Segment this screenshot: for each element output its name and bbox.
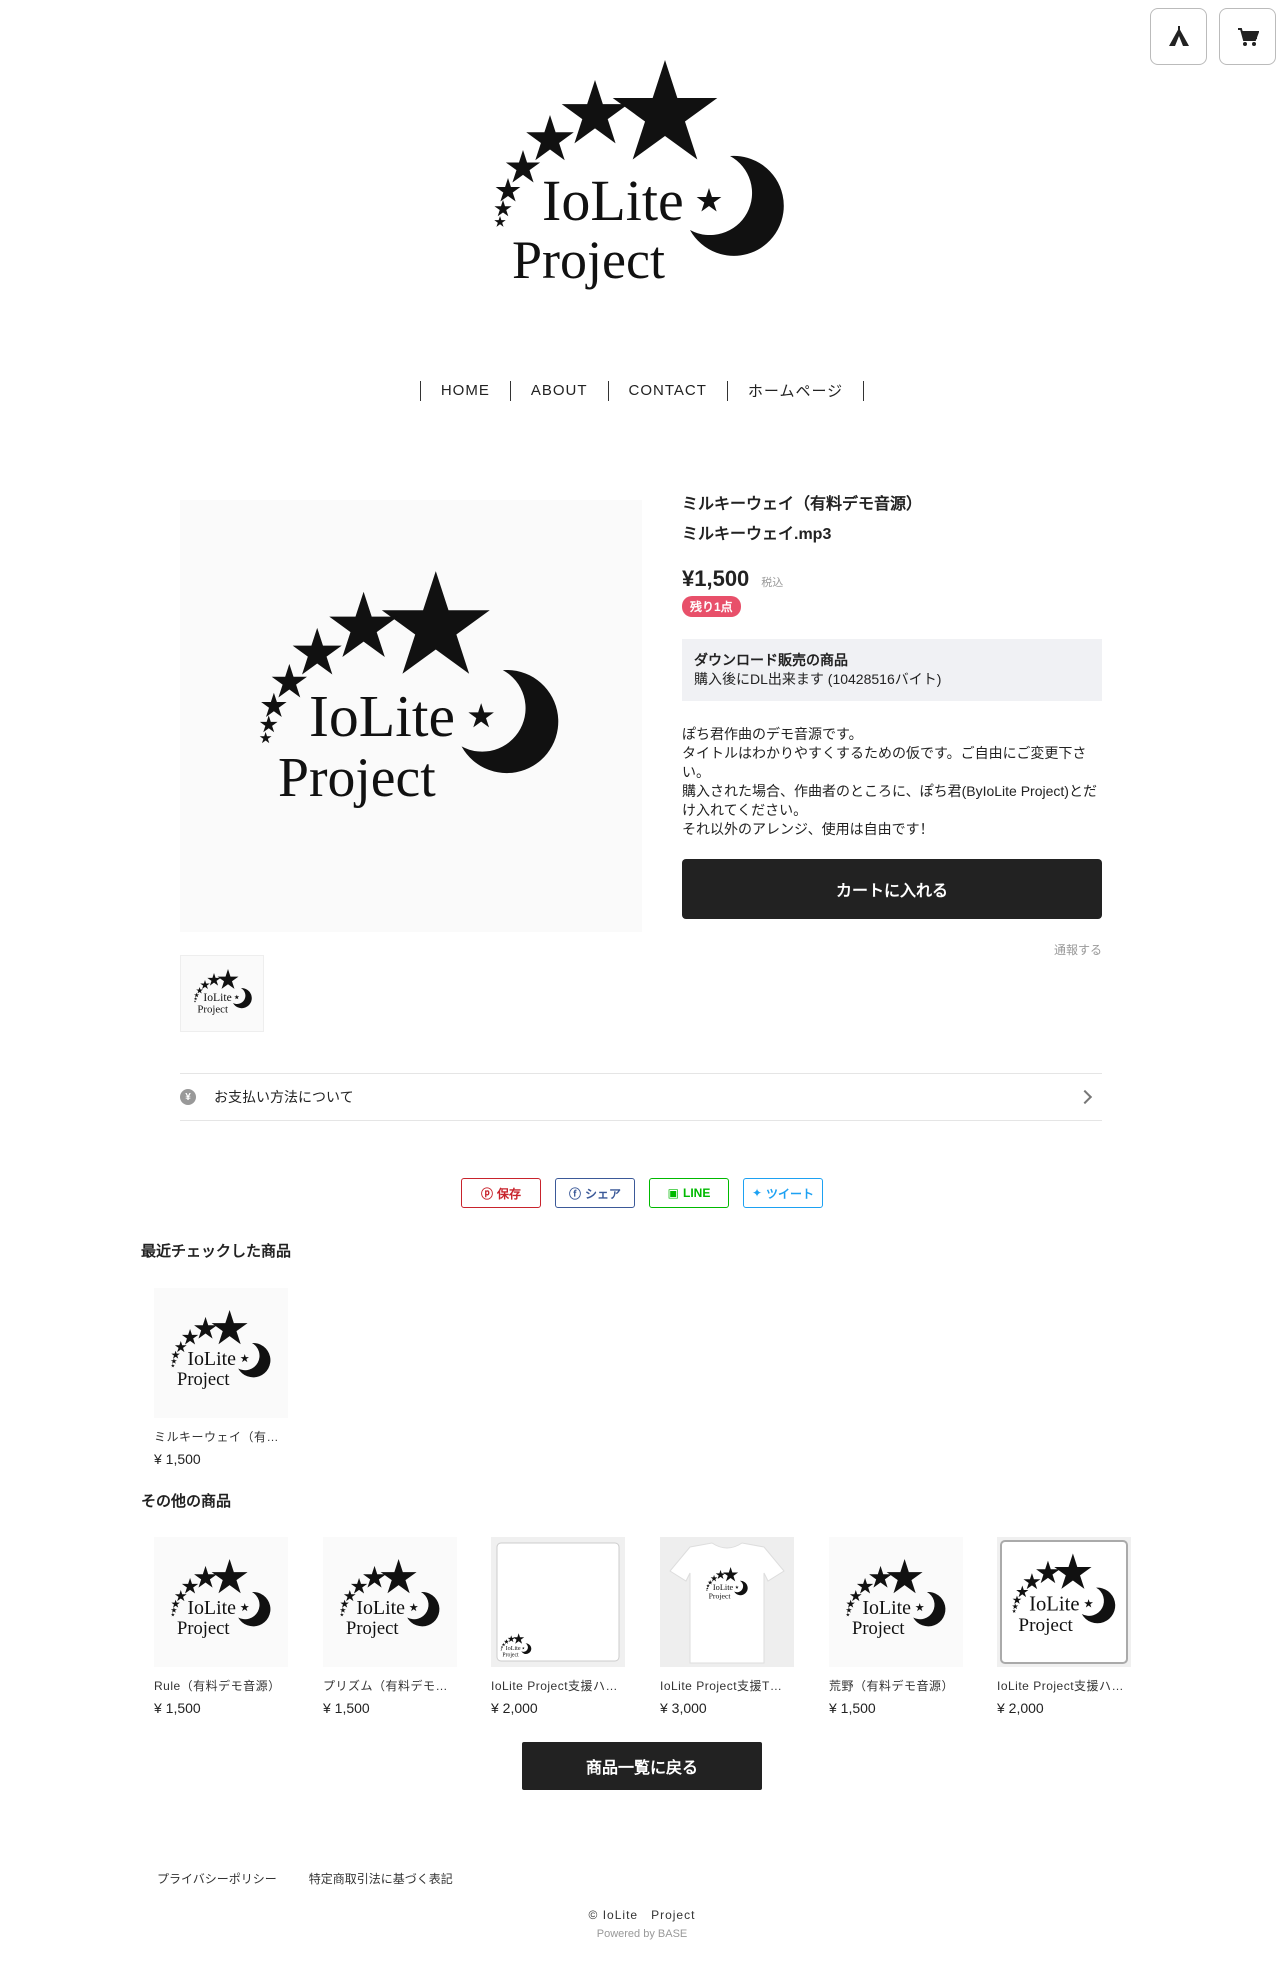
nav-divider [863, 380, 865, 401]
product-price: ¥1,500 [682, 566, 750, 591]
product-main-image[interactable] [180, 500, 642, 932]
payment-label: お支払い方法について [214, 1089, 354, 1105]
pinterest-label: 保存 [497, 1186, 522, 1201]
item-image [829, 1537, 963, 1667]
facebook-icon: ⓕ [568, 1186, 581, 1201]
legal-notice-link[interactable]: 特定商取引法に基づく表記 [309, 1870, 453, 1887]
twitter-label: ツイート [766, 1186, 815, 1201]
privacy-policy-link[interactable]: プライバシーポリシー [157, 1870, 277, 1887]
facebook-label: シェア [585, 1186, 622, 1201]
other-item[interactable]: IoLite Project支援T… ¥ 3,000 [660, 1537, 794, 1716]
nav-homepage[interactable]: ホームページ [728, 380, 863, 401]
line-icon: ▣ [667, 1186, 679, 1200]
product-title: ミルキーウェイ（有料デモ音源） [682, 496, 923, 513]
twitter-tweet-button[interactable]: ✦ ツイート [743, 1178, 823, 1208]
nav-contact[interactable]: CONTACT [609, 382, 727, 399]
shop-home-button[interactable] [1150, 8, 1207, 65]
tent-icon [1168, 25, 1189, 46]
tax-label: 税込 [761, 577, 784, 589]
payment-info-row[interactable]: ¥ お支払い方法について [180, 1073, 1102, 1121]
item-name: プリズム（有料デモ… [323, 1679, 449, 1693]
item-price: ¥ 1,500 [829, 1700, 876, 1716]
back-to-list-button[interactable]: 商品一覧に戻る [522, 1742, 762, 1790]
powered-by-base[interactable]: Powered by BASE [0, 1928, 1284, 1940]
product-thumbnail[interactable] [180, 955, 264, 1032]
item-price: ¥ 1,500 [323, 1700, 370, 1716]
item-name: IoLite Project支援ハ… [491, 1679, 619, 1693]
item-price: ¥ 2,000 [997, 1700, 1044, 1716]
product-info: ミルキーウェイ（有料デモ音源） ミルキーウェイ.mp3 ¥1,500 税込 残り… [682, 490, 1102, 958]
item-price: ¥ 3,000 [660, 1700, 707, 1716]
add-to-cart-button[interactable]: カートに入れる [682, 859, 1102, 919]
item-name: ミルキーウェイ（有… [154, 1430, 280, 1444]
recent-section-title: 最近チェックした商品 [141, 1243, 292, 1260]
item-name: IoLite Project支援ハ… [997, 1679, 1125, 1693]
nav-about[interactable]: ABOUT [511, 382, 608, 399]
share-buttons: ⓟ 保存 ⓕ シェア ▣ LINE ✦ ツイート [0, 1178, 1284, 1208]
line-share-button[interactable]: ▣ LINE [649, 1178, 729, 1208]
item-price: ¥ 1,500 [154, 1700, 201, 1716]
item-name: Rule（有料デモ音源） [154, 1679, 281, 1693]
nav-home[interactable]: HOME [421, 382, 510, 399]
line-label: LINE [683, 1186, 711, 1200]
chevron-right-icon [1077, 1089, 1093, 1105]
item-price: ¥ 2,000 [491, 1700, 538, 1716]
item-image [154, 1288, 288, 1418]
item-image [660, 1537, 794, 1667]
footer-links: プライバシーポリシー 特定商取引法に基づく表記 [157, 1870, 453, 1887]
site-logo[interactable] [480, 60, 800, 310]
facebook-share-button[interactable]: ⓕ シェア [555, 1178, 635, 1208]
product-description: ぽち君作曲のデモ音源です。 タイトルはわかりやすくするための仮です。ご自由にご変… [682, 726, 1097, 837]
header-icons [1150, 8, 1276, 65]
item-image [154, 1537, 288, 1667]
other-item[interactable]: IoLite Project支援ハ… ¥ 2,000 [997, 1537, 1131, 1716]
cart-icon [1237, 27, 1259, 46]
item-image [491, 1537, 625, 1667]
copyright: © IoLite Project [588, 1908, 696, 1922]
other-item[interactable]: IoLite Project支援ハ… ¥ 2,000 [491, 1537, 625, 1716]
other-item[interactable]: プリズム（有料デモ… ¥ 1,500 [323, 1537, 457, 1716]
others-section-title: その他の商品 [141, 1493, 232, 1510]
other-item[interactable]: 荒野（有料デモ音源） ¥ 1,500 [829, 1537, 963, 1716]
cart-button[interactable] [1219, 8, 1276, 65]
item-name: IoLite Project支援T… [660, 1679, 783, 1693]
recent-item[interactable]: ミルキーウェイ（有… ¥ 1,500 [154, 1288, 288, 1467]
twitter-icon: ✦ [751, 1186, 763, 1200]
yen-icon: ¥ [180, 1089, 196, 1105]
stock-badge: 残り1点 [682, 596, 741, 617]
pinterest-icon: ⓟ [480, 1186, 493, 1201]
download-note: 購入後にDL出来ます (10428516バイト) [694, 671, 942, 687]
other-item[interactable]: Rule（有料デモ音源） ¥ 1,500 [154, 1537, 288, 1716]
item-image [323, 1537, 457, 1667]
pinterest-save-button[interactable]: ⓟ 保存 [461, 1178, 541, 1208]
item-image [997, 1537, 1131, 1667]
download-info-box: ダウンロード販売の商品 購入後にDL出来ます (10428516バイト) [682, 639, 1102, 701]
download-title: ダウンロード販売の商品 [694, 652, 848, 668]
product-subtitle: ミルキーウェイ.mp3 [682, 526, 832, 543]
main-nav: HOME ABOUT CONTACT ホームページ [0, 380, 1284, 401]
report-link[interactable]: 通報する [682, 941, 1102, 958]
item-name: 荒野（有料デモ音源） [829, 1679, 955, 1693]
item-price: ¥ 1,500 [154, 1451, 201, 1467]
